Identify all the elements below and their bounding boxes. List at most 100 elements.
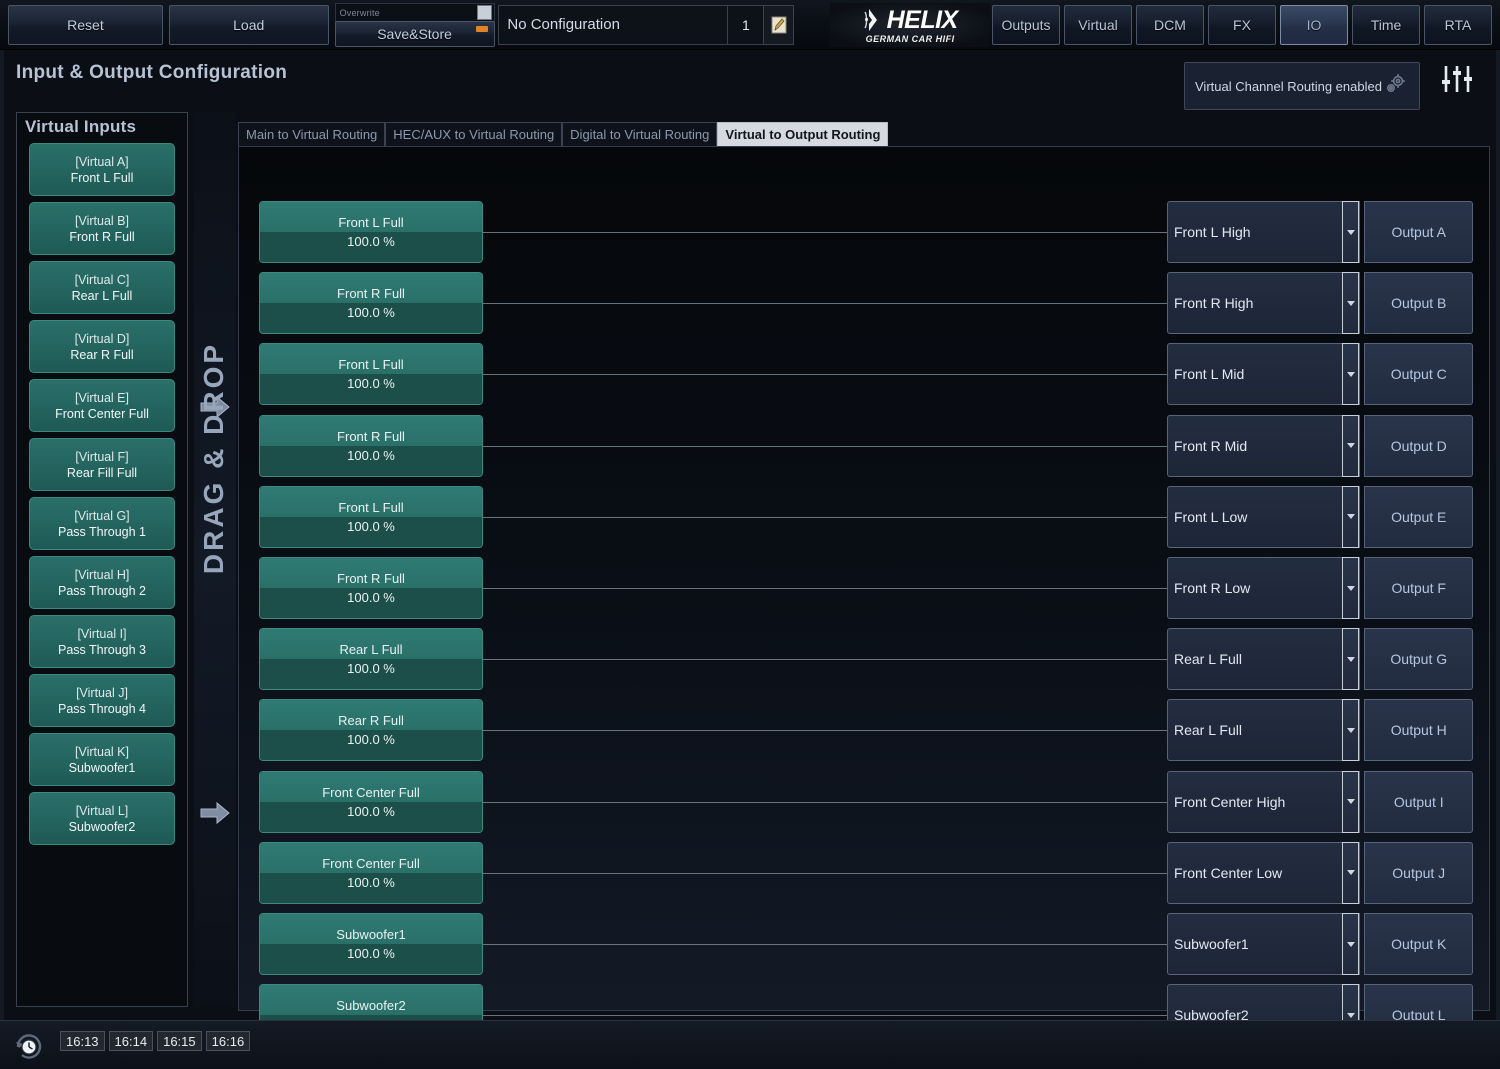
tab-digital-to-virtual-routing[interactable]: Digital to Virtual Routing [562, 122, 718, 146]
routing-block[interactable]: Rear L Full 100.0 % [259, 628, 483, 691]
virtual-input-item[interactable]: [Virtual E] Front Center Full [29, 379, 175, 432]
routing-block[interactable]: Front R Full 100.0 % [259, 557, 483, 619]
virtual-input-item[interactable]: [Virtual H] Pass Through 2 [29, 556, 175, 609]
chevron-down-icon[interactable] [1342, 913, 1360, 975]
virtual-input-item[interactable]: [Virtual G] Pass Through 1 [29, 497, 175, 550]
routing-block[interactable]: Front L Full 100.0 % [259, 201, 483, 263]
chevron-down-icon[interactable] [1342, 485, 1360, 548]
routing-block-level: 100.0 % [260, 445, 482, 476]
virtual-input-item[interactable]: [Virtual B] Front R Full [29, 202, 175, 255]
nav-tab-time[interactable]: Time [1352, 4, 1420, 45]
output-channel-dropdown[interactable]: Front L Mid [1167, 343, 1361, 406]
configuration-number[interactable]: 1 [727, 5, 763, 44]
output-label[interactable]: Output F [1364, 557, 1473, 619]
helix-mark-icon [863, 7, 885, 33]
virtual-channel-routing-status[interactable]: Virtual Channel Routing enabled [1184, 62, 1420, 110]
timestamp-chip[interactable]: 16:13 [60, 1031, 105, 1051]
load-button[interactable]: Load [168, 4, 329, 45]
routing-connection-line [483, 588, 1169, 589]
virtual-input-item[interactable]: [Virtual K] Subwoofer1 [29, 733, 175, 786]
routing-block[interactable]: Subwoofer1 100.0 % [259, 913, 483, 975]
routing-block[interactable]: Rear R Full 100.0 % [259, 699, 483, 762]
output-label[interactable]: Output G [1364, 628, 1473, 691]
virtual-input-item[interactable]: [Virtual A] Front L Full [29, 143, 175, 196]
virtual-input-item[interactable]: [Virtual J] Pass Through 4 [29, 674, 175, 727]
routing-block-source: Front R Full [260, 415, 482, 446]
output-label[interactable]: Output D [1364, 414, 1473, 477]
reset-button[interactable]: Reset [8, 4, 163, 45]
nav-tab-outputs[interactable]: Outputs [992, 4, 1060, 45]
nav-tab-io[interactable]: IO [1280, 4, 1348, 45]
load-button-label: Load [233, 16, 265, 33]
virtual-input-item[interactable]: [Virtual L] Subwoofer2 [29, 792, 175, 845]
tab-hec-aux-to-virtual-routing[interactable]: HEC/AUX to Virtual Routing [385, 122, 563, 146]
output-channel-dropdown[interactable]: Subwoofer1 [1167, 913, 1361, 975]
routing-block-level: 100.0 % [260, 944, 482, 974]
nav-tab-fx[interactable]: FX [1208, 4, 1276, 45]
configuration-name-field[interactable]: No Configuration [499, 6, 727, 44]
chevron-down-icon[interactable] [1342, 699, 1360, 762]
virtual-input-item[interactable]: [Virtual D] Rear R Full [29, 320, 175, 373]
output-label[interactable]: Output I [1364, 770, 1473, 833]
output-label[interactable]: Output H [1364, 699, 1473, 762]
output-label[interactable]: Output A [1364, 201, 1473, 263]
output-channel-dropdown[interactable]: Front L Low [1167, 485, 1361, 548]
virtual-input-item[interactable]: [Virtual I] Pass Through 3 [29, 615, 175, 668]
chevron-down-icon[interactable] [1342, 343, 1360, 406]
save-store-group: Overwrite Save&Store [334, 2, 495, 47]
output-channel-dropdown[interactable]: Front L High [1167, 201, 1361, 263]
chevron-down-icon[interactable] [1342, 272, 1360, 335]
nav-tab-virtual[interactable]: Virtual [1064, 4, 1132, 45]
output-channel-value: Front R Mid [1174, 437, 1248, 454]
routing-block[interactable]: Front R Full 100.0 % [259, 272, 483, 335]
output-label[interactable]: Output J [1364, 841, 1473, 904]
overwrite-label: Overwrite [339, 7, 380, 18]
output-channel-dropdown[interactable]: Front R High [1167, 272, 1361, 335]
output-channel-dropdown[interactable]: Rear L Full [1167, 699, 1361, 762]
routing-block[interactable]: Front R Full 100.0 % [259, 414, 483, 477]
routing-block[interactable]: Front L Full 100.0 % [259, 343, 483, 406]
save-store-button[interactable]: Save&Store [334, 20, 495, 47]
output-channel-dropdown[interactable]: Rear L Full [1167, 628, 1361, 691]
faders-icon[interactable] [1440, 64, 1474, 99]
routing-block[interactable]: Front Center Full 100.0 % [259, 770, 483, 833]
virtual-input-tag: [Virtual L] [75, 803, 129, 818]
chevron-down-icon[interactable] [1342, 628, 1360, 691]
chevron-down-icon[interactable] [1342, 841, 1360, 904]
virtual-input-item[interactable]: [Virtual C] Rear L Full [29, 261, 175, 314]
chevron-down-glyph [1346, 229, 1355, 235]
timestamp-chip[interactable]: 16:15 [157, 1031, 202, 1051]
chevron-down-icon[interactable] [1342, 414, 1360, 477]
output-label[interactable]: Output K [1364, 913, 1473, 975]
chevron-down-icon[interactable] [1342, 770, 1360, 833]
routing-block-level: 100.0 % [260, 374, 482, 405]
status-bar: 16:13 16:14 16:15 16:16 [0, 1020, 1500, 1069]
nav-tab-dcm[interactable]: DCM [1136, 4, 1204, 45]
timestamp-chip[interactable]: 16:16 [205, 1031, 251, 1051]
output-label[interactable]: Output C [1364, 343, 1473, 406]
routing-block[interactable]: Front Center Full 100.0 % [259, 841, 483, 904]
output-label[interactable]: Output E [1364, 485, 1473, 548]
nav-tab-rta[interactable]: RTA [1424, 4, 1492, 45]
virtual-input-tag: [Virtual G] [74, 508, 130, 523]
gears-icon[interactable] [1383, 72, 1409, 101]
virtual-input-item[interactable]: [Virtual F] Rear Fill Full [29, 438, 175, 491]
routing-block[interactable]: Front L Full 100.0 % [259, 485, 483, 548]
routing-connection-line [483, 303, 1169, 305]
pencil-icon[interactable] [763, 5, 794, 44]
timestamp-chip[interactable]: 16:14 [108, 1031, 154, 1051]
output-channel-dropdown[interactable]: Front R Mid [1167, 414, 1361, 477]
chevron-down-icon[interactable] [1342, 201, 1360, 263]
output-channel-dropdown[interactable]: Front Center Low [1167, 841, 1361, 904]
tab-main-to-virtual-routing[interactable]: Main to Virtual Routing [238, 122, 386, 146]
output-label[interactable]: Output B [1364, 272, 1473, 335]
tab-virtual-to-output-routing[interactable]: Virtual to Output Routing [717, 122, 889, 146]
output-row: Front Center Low Output J [1167, 841, 1473, 904]
overwrite-checkbox[interactable] [476, 4, 492, 20]
chevron-down-glyph [1346, 300, 1355, 306]
output-channel-dropdown[interactable]: Front Center High [1167, 770, 1361, 833]
routing-block-level: 100.0 % [260, 588, 482, 618]
history-clock-icon[interactable] [14, 1033, 44, 1066]
chevron-down-icon[interactable] [1342, 557, 1360, 619]
output-channel-dropdown[interactable]: Front R Low [1167, 557, 1361, 619]
